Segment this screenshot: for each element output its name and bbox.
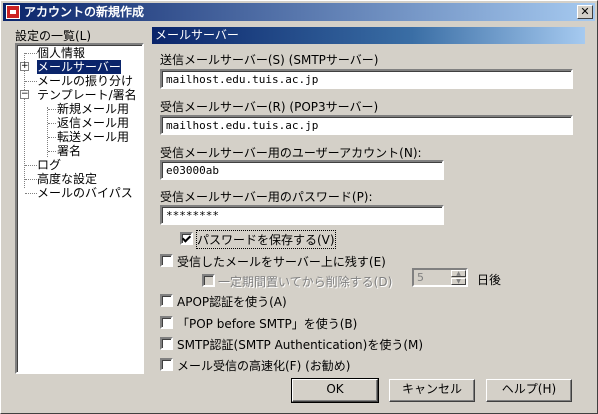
tree-item-new-mail[interactable]: 新規メール用 [57,102,129,116]
tree-line [24,53,25,188]
save-password-label[interactable]: パスワードを保存する(V) [196,230,336,249]
delete-after-label[interactable]: 一定期間置いてから削除する(D) [218,273,392,290]
cancel-button[interactable]: キャンセル [389,379,475,402]
tree-line [48,151,56,152]
tree-item-mail-server[interactable]: メールサーバー [36,59,122,75]
tree-item-template-signature[interactable]: テンプレート/署名 [37,88,137,102]
tree-item-label: メールの振り分け [37,74,134,88]
tree-item-mail-bypass[interactable]: メールのバイパス [37,186,133,200]
password-label: 受信メールサーバー用のパスワード(P): [160,190,373,204]
help-button[interactable]: ヘルプ(H) [486,379,572,402]
settings-tree[interactable]: + − 個人情報 メールサーバー メールの振り分け テンプレート/署名 新規メー… [15,43,144,374]
window-title: アカウントの新規作成 [24,5,145,19]
tree-item-label: ログ [37,158,62,172]
days-value: 5 [417,271,424,284]
tree-line [25,193,37,194]
tree-item-signature[interactable]: 署名 [57,144,81,158]
tree-line [48,109,56,110]
tree-item-label: 返信メール用 [57,116,130,130]
tree-item-label: メールのバイパス [37,186,133,200]
tree-line [48,137,56,138]
pop-before-smtp-label[interactable]: 「POP before SMTP」を使う(B) [177,315,357,332]
days-stepper[interactable]: 5 ▲ ▼ [412,268,468,287]
tree-line [47,107,48,157]
pop-before-smtp-checkbox[interactable] [160,316,173,329]
collapse-icon[interactable]: − [20,90,29,99]
close-button[interactable]: ✕ [577,5,593,19]
app-mail-icon [6,5,20,19]
tree-item-label: 新規メール用 [57,102,130,116]
apop-label[interactable]: APOP認証を使う(A) [177,293,287,310]
smtp-server-input[interactable]: mailhost.edu.tuis.ac.jp [160,69,573,89]
tree-line [48,123,56,124]
expand-icon[interactable]: + [20,62,29,71]
tree-item-forward-mail[interactable]: 転送メール用 [57,130,129,144]
tree-item-label: 個人情報 [37,46,86,60]
tree-line [25,165,37,166]
tree-item-reply-mail[interactable]: 返信メール用 [57,116,129,130]
user-account-input[interactable]: e03000ab [160,160,444,180]
tree-item-advanced[interactable]: 高度な設定 [37,172,97,186]
tree-item-label: メールサーバー [36,59,122,75]
fast-receive-label[interactable]: メール受信の高速化(F) (お勧め) [177,357,350,374]
delete-after-checkbox[interactable] [202,274,215,287]
settings-list-label: 設定の一覧(L) [15,29,92,43]
apop-checkbox[interactable] [160,294,173,307]
leave-on-server-label[interactable]: 受信したメールをサーバー上に残す(E) [177,253,386,270]
tree-item-label: テンプレート/署名 [37,88,137,102]
pop3-server-label: 受信メールサーバー(R) (POP3サーバー) [160,100,379,114]
dialog-window: アカウントの新規作成 ✕ 設定の一覧(L) + − 個人情報 メールサーバー メ… [0,0,598,414]
tree-item-mail-filter[interactable]: メールの振り分け [37,74,133,88]
smtp-server-label: 送信メールサーバー(S) (SMTPサーバー) [160,53,379,67]
stepper-up-icon[interactable]: ▲ [451,270,466,277]
save-password-checkbox[interactable] [180,232,193,245]
tree-item-personal-info[interactable]: 個人情報 [37,46,85,60]
password-input[interactable]: ******** [160,205,444,225]
tree-item-label: 署名 [57,144,82,158]
days-stepper-buttons[interactable]: ▲ ▼ [451,270,466,285]
tree-line [25,53,37,54]
tree-item-label: 転送メール用 [57,130,130,144]
panel-header: メールサーバー [152,27,585,44]
tree-item-label: 高度な設定 [37,172,98,186]
user-account-label: 受信メールサーバー用のユーザーアカウント(N): [160,146,422,160]
fast-receive-checkbox[interactable] [160,358,173,371]
title-bar[interactable]: アカウントの新規作成 ✕ [3,3,595,21]
pop3-server-input[interactable]: mailhost.edu.tuis.ac.jp [160,115,573,135]
tree-line [25,81,37,82]
tree-item-log[interactable]: ログ [37,158,61,172]
stepper-down-icon[interactable]: ▼ [451,278,466,285]
tree-line [25,179,37,180]
days-unit-label: 日後 [477,273,502,287]
smtp-auth-checkbox[interactable] [160,337,173,350]
ok-button[interactable]: OK [291,378,379,403]
smtp-auth-label[interactable]: SMTP認証(SMTP Authentication)を使う(M) [177,336,423,353]
leave-on-server-checkbox[interactable] [160,254,173,267]
